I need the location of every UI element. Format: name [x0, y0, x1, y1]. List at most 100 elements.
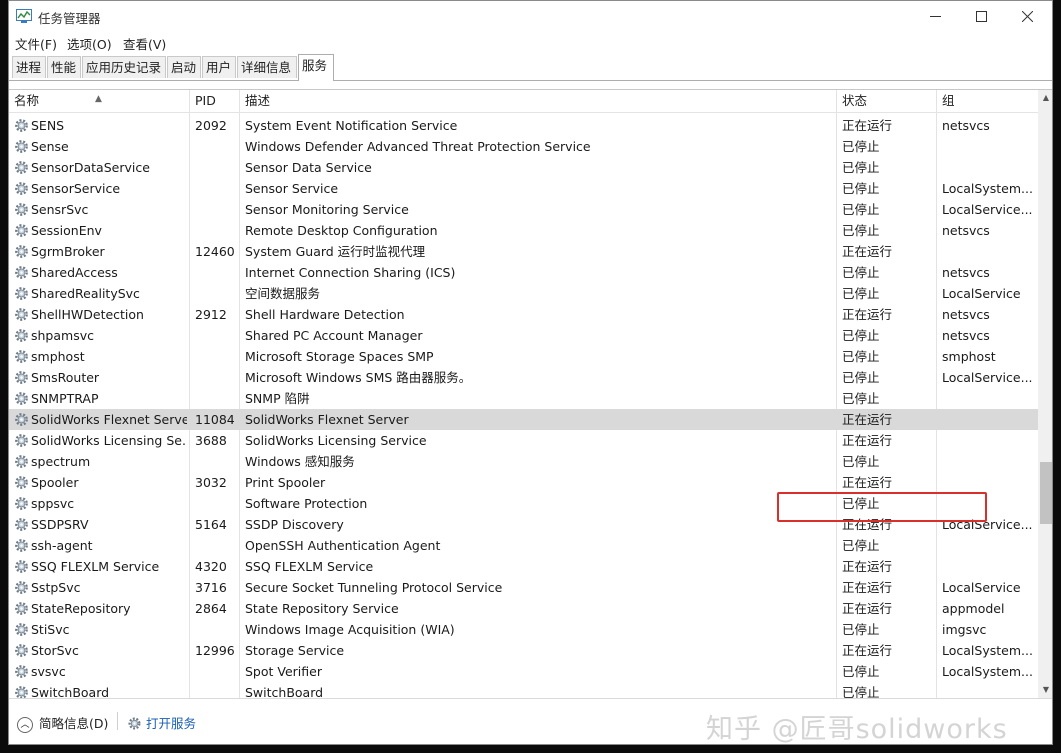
service-group	[942, 157, 1032, 178]
gear-icon	[15, 665, 28, 678]
maximize-button[interactable]	[958, 1, 1004, 31]
service-group: netsvcs	[942, 265, 990, 280]
table-header: 名称 ▲ PID 描述 状态 组	[9, 90, 1038, 113]
service-name: ShellHWDetection	[31, 307, 144, 322]
gear-icon	[15, 119, 28, 132]
table-row[interactable]: StiSvc Windows Image Acquisition (WIA) 已停止…	[9, 619, 1038, 640]
table-row[interactable]: Sense Windows Defender Advanced Threat Pr…	[9, 136, 1038, 157]
gear-icon	[15, 455, 28, 468]
minimize-button[interactable]	[912, 1, 958, 31]
column-header-group[interactable]: 组	[937, 90, 1035, 112]
table-row[interactable]: SmsRouter Microsoft Windows SMS 路由器服务。 已停止…	[9, 367, 1038, 388]
table-row[interactable]: SgrmBroker 12460 System Guard 运行时监视代理 正在运行	[9, 241, 1038, 262]
table-row[interactable]: SharedAccess Internet Connection Sharing …	[9, 262, 1038, 283]
service-group	[942, 241, 1032, 262]
scroll-thumb[interactable]	[1040, 462, 1052, 524]
table-row[interactable]: SENS 2092 System Event Notification Servic…	[9, 115, 1038, 136]
tab-processes[interactable]: 进程	[12, 56, 46, 78]
service-description: Print Spooler	[245, 475, 326, 490]
column-header-description[interactable]: 描述	[240, 90, 835, 112]
service-name: SolidWorks Licensing Se...	[31, 433, 187, 448]
fewer-details-button[interactable]: ︿ 简略信息(D)	[17, 713, 108, 733]
service-status: 已停止	[842, 685, 880, 698]
column-header-status[interactable]: 状态	[837, 90, 935, 112]
table-row[interactable]: smphost Microsoft Storage Spaces SMP 已停止 sm…	[9, 346, 1038, 367]
service-name: SSDPSRV	[31, 517, 89, 532]
service-group	[942, 556, 1032, 577]
tab-startup[interactable]: 启动	[167, 56, 201, 78]
scroll-up-arrow-icon[interactable]: ▲	[1038, 90, 1052, 106]
service-description: SSQ FLEXLM Service	[245, 559, 374, 574]
service-name: SgrmBroker	[31, 244, 105, 259]
gear-icon	[15, 182, 28, 195]
service-name: SolidWorks Flexnet Server	[31, 412, 187, 427]
table-row[interactable]: SolidWorks Flexnet Server 11084 SolidWorks…	[9, 409, 1038, 430]
menu-file[interactable]: 文件(F)	[15, 34, 57, 53]
table-row[interactable]: svsvc Spot Verifier 已停止 LocalSystem...	[9, 661, 1038, 682]
tab-performance[interactable]: 性能	[47, 56, 81, 78]
table-row[interactable]: SolidWorks Licensing Se... 3688 SolidWorks…	[9, 430, 1038, 451]
service-group: netsvcs	[942, 328, 990, 343]
table-row[interactable]: SstpSvc 3716 Secure Socket Tunneling Proto…	[9, 577, 1038, 598]
tab-details[interactable]: 详细信息	[237, 56, 297, 78]
table-row[interactable]: SharedRealitySvc 空间数据服务 已停止 LocalService	[9, 283, 1038, 304]
table-row[interactable]: StateRepository 2864 State Repository Serv…	[9, 598, 1038, 619]
service-pid	[195, 136, 239, 157]
close-button[interactable]	[1004, 1, 1050, 31]
gear-icon	[15, 245, 28, 258]
tab-app-history[interactable]: 应用历史记录	[82, 56, 166, 78]
table-row[interactable]: StorSvc 12996 Storage Service 正在运行 LocalSyst…	[9, 640, 1038, 661]
service-description: Windows Image Acquisition (WIA)	[245, 622, 455, 637]
column-header-pid[interactable]: PID	[190, 90, 238, 112]
service-status: 已停止	[842, 622, 880, 637]
table-row[interactable]: SensrSvc Sensor Monitoring Service 已停止 Loca…	[9, 199, 1038, 220]
table-row[interactable]: SSQ FLEXLM Service 4320 SSQ FLEXLM Service…	[9, 556, 1038, 577]
service-status: 已停止	[842, 349, 880, 364]
table-row[interactable]: ssh-agent OpenSSH Authentication Agent 已停止	[9, 535, 1038, 556]
service-pid	[195, 493, 239, 514]
tab-bar: 进程 性能 应用历史记录 启动 用户 详细信息 服务	[9, 53, 1052, 81]
vertical-scrollbar[interactable]: ▲ ▼	[1038, 90, 1052, 698]
service-pid	[195, 325, 239, 346]
gear-icon	[15, 392, 28, 405]
table-row[interactable]: SensorService Sensor Service 已停止 LocalSyste…	[9, 178, 1038, 199]
table-row[interactable]: SwitchBoard SwitchBoard 已停止	[9, 682, 1038, 698]
table-row[interactable]: SensorDataService Sensor Data Service 已停止	[9, 157, 1038, 178]
table-row[interactable]: SessionEnv Remote Desktop Configuration 已停…	[9, 220, 1038, 241]
tab-services[interactable]: 服务	[298, 54, 334, 81]
service-description: SSDP Discovery	[245, 517, 344, 532]
menu-options[interactable]: 选项(O)	[67, 34, 112, 53]
table-row[interactable]: Spooler 3032 Print Spooler 正在运行	[9, 472, 1038, 493]
service-name: SessionEnv	[31, 223, 102, 238]
service-group: netsvcs	[942, 118, 990, 133]
service-name: SensorDataService	[31, 160, 150, 175]
service-status: 正在运行	[842, 601, 893, 616]
service-pid	[195, 157, 239, 178]
close-icon	[1021, 10, 1033, 23]
service-description: Microsoft Storage Spaces SMP	[245, 349, 434, 364]
service-pid	[195, 220, 239, 241]
service-status: 已停止	[842, 370, 880, 385]
scroll-down-arrow-icon[interactable]: ▼	[1038, 682, 1052, 698]
service-group: LocalService	[942, 580, 1021, 595]
open-services-link[interactable]: 打开服务	[127, 713, 196, 732]
service-pid: 12460	[195, 244, 235, 259]
tab-users[interactable]: 用户	[202, 56, 236, 78]
service-description: System Guard 运行时监视代理	[245, 244, 426, 259]
gear-icon	[15, 329, 28, 342]
service-group	[942, 430, 1032, 451]
menu-view[interactable]: 查看(V)	[123, 34, 166, 53]
service-pid	[195, 178, 239, 199]
table-row[interactable]: spectrum Windows 感知服务 已停止	[9, 451, 1038, 472]
table-row[interactable]: SNMPTRAP SNMP 陷阱 已停止	[9, 388, 1038, 409]
service-status: 已停止	[842, 160, 880, 175]
column-header-name[interactable]: 名称 ▲	[9, 90, 189, 112]
gear-icon	[15, 434, 28, 447]
table-row[interactable]: ShellHWDetection 2912 Shell Hardware Detec…	[9, 304, 1038, 325]
table-row[interactable]: shpamsvc Shared PC Account Manager 已停止 nets…	[9, 325, 1038, 346]
service-description: Remote Desktop Configuration	[245, 223, 438, 238]
service-status: 正在运行	[842, 580, 893, 595]
service-description: 空间数据服务	[245, 286, 321, 301]
service-name: SharedAccess	[31, 265, 118, 280]
service-description: Internet Connection Sharing (ICS)	[245, 265, 456, 280]
